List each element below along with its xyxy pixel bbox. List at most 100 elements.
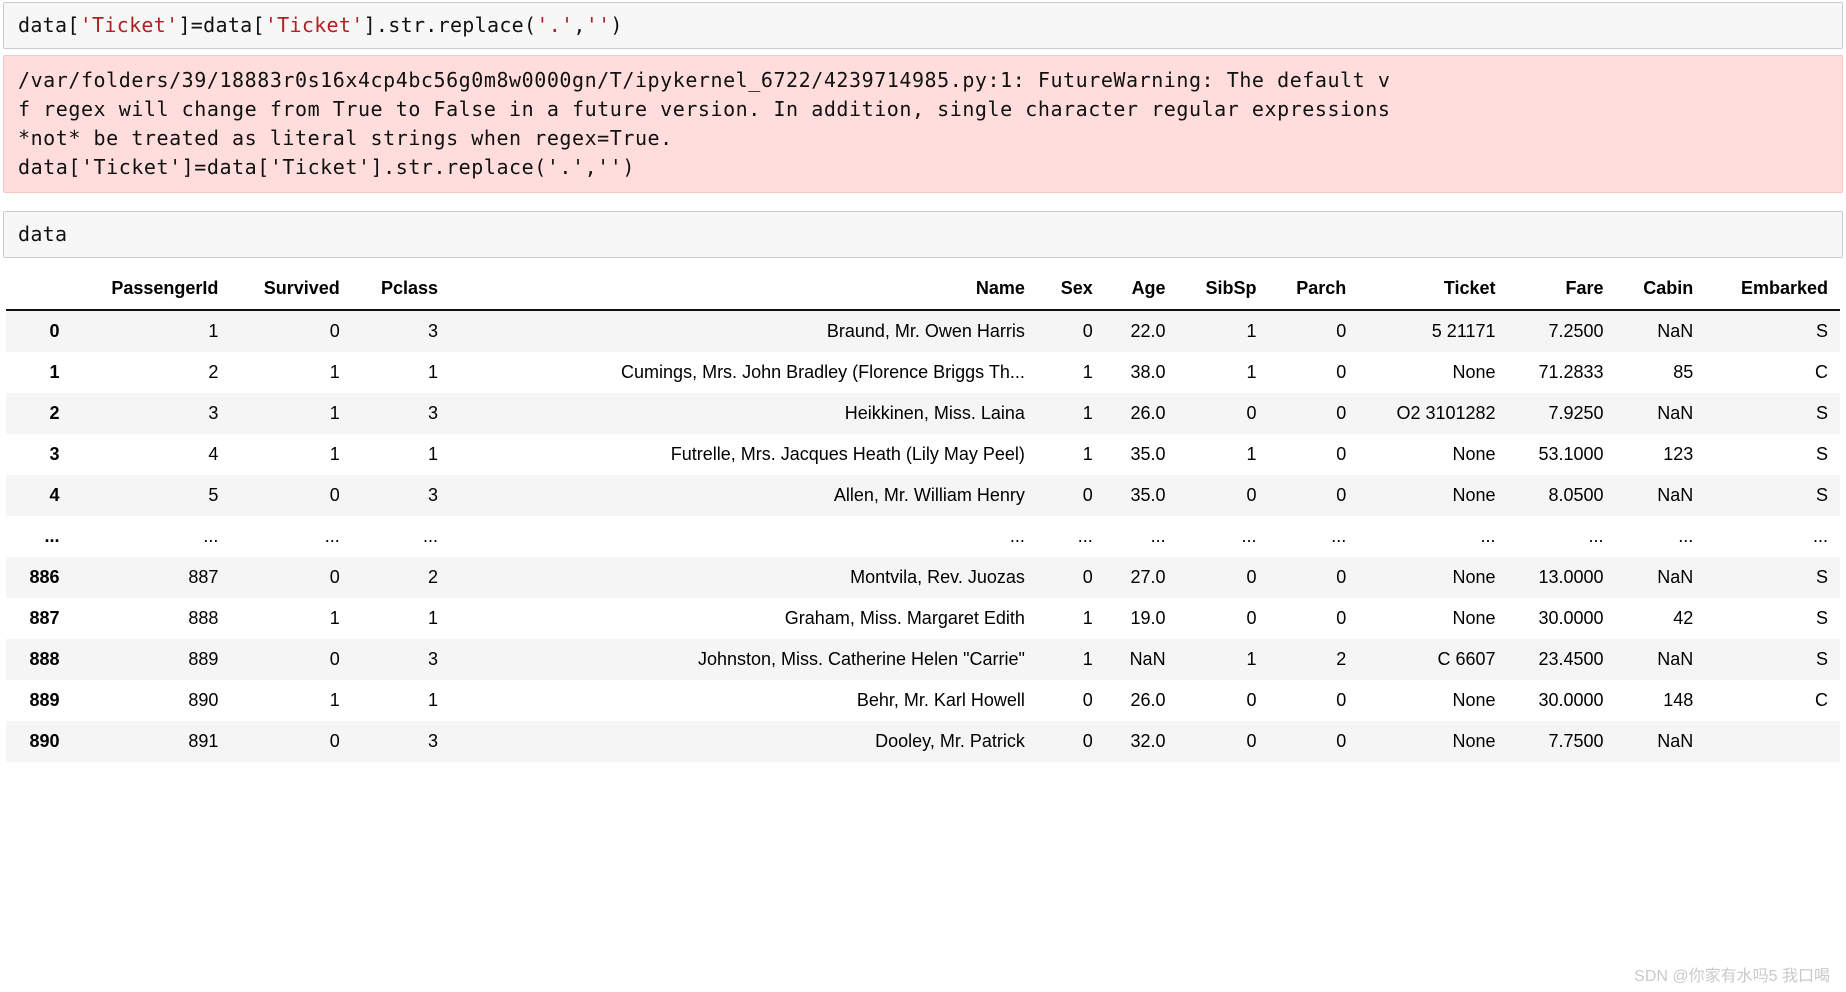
cell-ticket: 5 21171 <box>1358 310 1507 352</box>
cell-ticket: None <box>1358 434 1507 475</box>
cell-parch: ... <box>1269 516 1359 557</box>
cell-age: 38.0 <box>1105 352 1178 393</box>
cell-cabin: 85 <box>1616 352 1706 393</box>
cell-age: 22.0 <box>1105 310 1178 352</box>
cell-pclass: 1 <box>352 434 450 475</box>
table-row: 88788811Graham, Miss. Margaret Edith119.… <box>6 598 1840 639</box>
cell-pclass: 1 <box>352 598 450 639</box>
cell-sex: 1 <box>1037 352 1105 393</box>
cell-fare: 8.0500 <box>1508 475 1616 516</box>
row-index: 4 <box>6 475 72 516</box>
cell-age: ... <box>1105 516 1178 557</box>
cell-age: 19.0 <box>1105 598 1178 639</box>
col-age: Age <box>1105 268 1178 310</box>
cell-survived: 0 <box>230 475 351 516</box>
cell-cabin: NaN <box>1616 639 1706 680</box>
cell-age: NaN <box>1105 639 1178 680</box>
cell-passengerid: 2 <box>72 352 231 393</box>
code-cell-2[interactable]: data <box>3 211 1843 258</box>
code-token-string: 'Ticket' <box>80 13 179 37</box>
cell-fare: 7.7500 <box>1508 721 1616 762</box>
cell-embarked: S <box>1705 598 1840 639</box>
code-cell-2-input[interactable]: data <box>4 212 1842 257</box>
row-index: ... <box>6 516 72 557</box>
cell-embarked: ... <box>1705 516 1840 557</box>
code-token: ]=data[ <box>178 13 264 37</box>
watermark: SDN @你家有水吗5 我口喝 <box>1634 962 1830 986</box>
dataframe-output: PassengerId Survived Pclass Name Sex Age… <box>6 268 1840 762</box>
cell-fare: 7.9250 <box>1508 393 1616 434</box>
cell-name: Dooley, Mr. Patrick <box>450 721 1037 762</box>
row-index: 889 <box>6 680 72 721</box>
code-token-string: 'Ticket' <box>265 13 364 37</box>
cell-sex: 0 <box>1037 680 1105 721</box>
output-stderr: /var/folders/39/18883r0s16x4cp4bc56g0m8w… <box>3 55 1843 193</box>
cell-survived: 0 <box>230 557 351 598</box>
cell-sex: 0 <box>1037 721 1105 762</box>
cell-fare: 30.0000 <box>1508 680 1616 721</box>
row-index: 2 <box>6 393 72 434</box>
code-cell-1[interactable]: data['Ticket']=data['Ticket'].str.replac… <box>3 2 1843 49</box>
stderr-line: f regex will change from True to False i… <box>18 97 1390 121</box>
code-token: data[ <box>18 13 80 37</box>
cell-name: Behr, Mr. Karl Howell <box>450 680 1037 721</box>
cell-name: Montvila, Rev. Juozas <box>450 557 1037 598</box>
cell-sex: ... <box>1037 516 1105 557</box>
cell-passengerid: 1 <box>72 310 231 352</box>
cell-cabin: 148 <box>1616 680 1706 721</box>
cell-cabin: ... <box>1616 516 1706 557</box>
col-parch: Parch <box>1269 268 1359 310</box>
cell-parch: 0 <box>1269 434 1359 475</box>
cell-survived: 0 <box>230 310 351 352</box>
cell-passengerid: 5 <box>72 475 231 516</box>
col-ticket: Ticket <box>1358 268 1507 310</box>
cell-embarked: C <box>1705 680 1840 721</box>
cell-ticket: None <box>1358 598 1507 639</box>
cell-pclass: 3 <box>352 639 450 680</box>
col-pclass: Pclass <box>352 268 450 310</box>
cell-ticket: O2 3101282 <box>1358 393 1507 434</box>
cell-ticket: None <box>1358 680 1507 721</box>
col-cabin: Cabin <box>1616 268 1706 310</box>
cell-fare: 53.1000 <box>1508 434 1616 475</box>
cell-cabin: NaN <box>1616 721 1706 762</box>
col-passengerid: PassengerId <box>72 268 231 310</box>
cell-passengerid: 4 <box>72 434 231 475</box>
cell-survived: 0 <box>230 639 351 680</box>
cell-sex: 1 <box>1037 393 1105 434</box>
cell-pclass: 2 <box>352 557 450 598</box>
row-index: 3 <box>6 434 72 475</box>
table-row: 0103Braund, Mr. Owen Harris022.0105 2117… <box>6 310 1840 352</box>
cell-sex: 1 <box>1037 434 1105 475</box>
cell-fare: 13.0000 <box>1508 557 1616 598</box>
cell-age: 26.0 <box>1105 393 1178 434</box>
cell-pclass: 3 <box>352 393 450 434</box>
cell-age: 35.0 <box>1105 475 1178 516</box>
cell-cabin: NaN <box>1616 310 1706 352</box>
cell-sibsp: 1 <box>1178 434 1269 475</box>
row-index: 1 <box>6 352 72 393</box>
cell-parch: 0 <box>1269 352 1359 393</box>
cell-embarked: S <box>1705 557 1840 598</box>
stderr-line: data['Ticket']=data['Ticket'].str.replac… <box>18 155 635 179</box>
cell-survived: 1 <box>230 680 351 721</box>
cell-parch: 0 <box>1269 393 1359 434</box>
row-index: 890 <box>6 721 72 762</box>
cell-embarked <box>1705 721 1840 762</box>
col-embarked: Embarked <box>1705 268 1840 310</box>
cell-sibsp: 0 <box>1178 680 1269 721</box>
col-fare: Fare <box>1508 268 1616 310</box>
cell-survived: 1 <box>230 598 351 639</box>
cell-parch: 0 <box>1269 475 1359 516</box>
row-index: 887 <box>6 598 72 639</box>
cell-survived: 1 <box>230 393 351 434</box>
code-cell-1-input[interactable]: data['Ticket']=data['Ticket'].str.replac… <box>4 3 1842 48</box>
cell-sibsp: 1 <box>1178 352 1269 393</box>
code-token: ].str.replace( <box>364 13 537 37</box>
cell-passengerid: 891 <box>72 721 231 762</box>
cell-embarked: S <box>1705 639 1840 680</box>
cell-pclass: 3 <box>352 310 450 352</box>
cell-ticket: ... <box>1358 516 1507 557</box>
cell-passengerid: 888 <box>72 598 231 639</box>
cell-ticket: None <box>1358 475 1507 516</box>
